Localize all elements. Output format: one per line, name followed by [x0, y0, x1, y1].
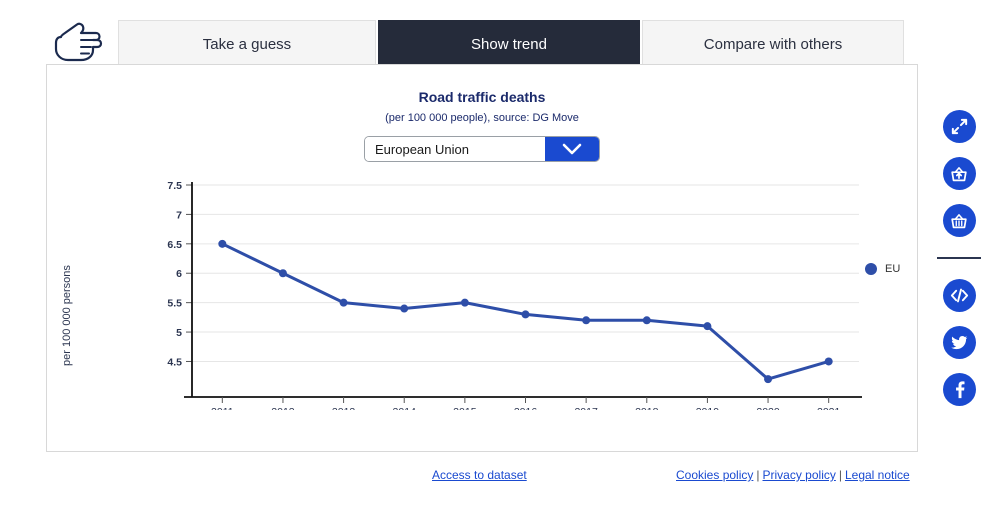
footer-separator: |	[756, 468, 760, 482]
region-selector-wrap: European Union	[47, 136, 917, 162]
legal-notice-link[interactable]: Legal notice	[845, 468, 910, 482]
svg-text:2021: 2021	[817, 406, 841, 410]
action-rail	[937, 110, 981, 406]
footer-separator: |	[838, 468, 842, 482]
expand-icon[interactable]	[942, 110, 976, 143]
tab-label: Show trend	[471, 36, 547, 53]
tab-compare-with-others[interactable]: Compare with others	[642, 20, 904, 68]
svg-text:2016: 2016	[514, 406, 538, 410]
svg-text:5: 5	[176, 327, 182, 339]
svg-text:2019: 2019	[696, 406, 720, 410]
chart-legend: EU	[865, 263, 900, 275]
tab-take-a-guess[interactable]: Take a guess	[118, 20, 376, 68]
y-axis-label: per 100 000 persons	[61, 265, 73, 366]
basket-icon[interactable]	[942, 204, 976, 237]
line-chart: 4.5 5 5.5 6 6.5 7 7.5 2011 2012 2013 2014 2015 2016 2…	[167, 180, 862, 410]
svg-text:6: 6	[176, 268, 182, 280]
access-to-dataset-link[interactable]: Access to dataset	[432, 468, 527, 482]
svg-text:7: 7	[176, 209, 182, 221]
svg-text:2013: 2013	[332, 406, 356, 410]
svg-text:5.5: 5.5	[167, 298, 182, 310]
svg-text:2011: 2011	[211, 406, 234, 410]
rail-divider	[937, 257, 981, 259]
svg-text:2018: 2018	[635, 406, 659, 410]
pointing-hand-icon	[46, 16, 108, 68]
svg-text:2017: 2017	[574, 406, 598, 410]
legend-swatch-eu	[865, 263, 877, 275]
legend-label-eu: EU	[885, 263, 901, 275]
add-to-basket-icon[interactable]	[942, 157, 976, 190]
footer-right: Cookies policy | Privacy policy | Legal noti…	[676, 468, 910, 482]
tab-label: Compare with others	[703, 36, 843, 53]
region-dropdown-value: European Union	[365, 137, 545, 161]
svg-text:6.5: 6.5	[167, 239, 182, 251]
cookies-policy-link[interactable]: Cookies policy	[676, 468, 753, 482]
tab-label: Take a guess	[202, 36, 292, 53]
chevron-down-icon[interactable]	[545, 137, 599, 161]
svg-text:2012: 2012	[271, 406, 295, 410]
svg-text:7.5: 7.5	[167, 180, 182, 192]
chart-title: Road traffic deaths	[418, 89, 546, 105]
twitter-icon[interactable]	[942, 326, 976, 359]
tab-show-trend[interactable]: Show trend	[378, 20, 640, 68]
svg-text:2020: 2020	[756, 406, 780, 410]
svg-text:4.5: 4.5	[167, 356, 182, 368]
svg-text:2015: 2015	[453, 406, 477, 410]
embed-code-icon[interactable]	[942, 279, 976, 312]
svg-text:2014: 2014	[393, 406, 417, 410]
chart-area: per 100 000 persons 4.5 5 5.5 6 6.5 7 7.5 2011 2…	[47, 170, 917, 410]
tab-bar: Take a guess Show trend Compare with oth…	[46, 16, 906, 68]
content-panel: Road traffic deaths (per 100 000 people)…	[46, 64, 918, 452]
app-root: Take a guess Show trend Compare with oth…	[0, 0, 987, 507]
privacy-policy-link[interactable]: Privacy policy	[763, 468, 836, 482]
facebook-icon[interactable]	[942, 373, 976, 406]
chart-subtitle: (per 100 000 people), source: DG Move	[385, 112, 579, 124]
region-dropdown[interactable]: European Union	[364, 136, 600, 162]
footer-left: Access to dataset	[432, 468, 527, 482]
